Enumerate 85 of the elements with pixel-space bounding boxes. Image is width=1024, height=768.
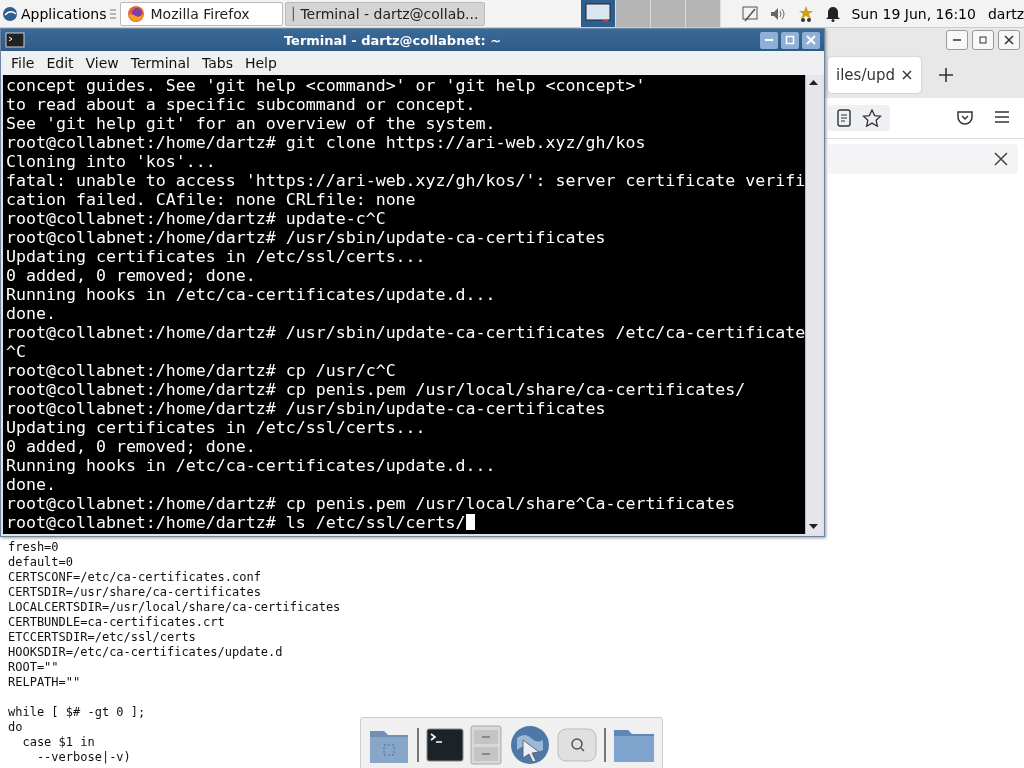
close-icon [1004,35,1014,45]
menu-item[interactable]: Edit [40,55,80,71]
code-line: CERTBUNDLE=ca-certificates.crt [8,615,225,629]
minimize-button[interactable] [946,30,968,50]
applications-menu[interactable]: Applications [21,5,107,22]
terminal-line: See 'git help git' for an overview of the system. [6,114,496,133]
terminal-line: 0 added, 0 removed; done. [6,266,256,285]
applications-icon[interactable] [2,5,18,22]
terminal-line: to read about a specific subcommand or concept. [6,95,476,114]
terminal-line: Updating certificates in /etc/ssl/certs... [6,418,426,437]
code-line: RELPATH="" [8,675,81,689]
network-icon[interactable] [741,4,760,23]
code-line: HOOKSDIR=/etc/ca-certificates/update.d [8,645,283,659]
terminal-line: root@collabnet:/home/dartz# cp penis.pem /usr/local/share^Ca-certificates [6,494,736,513]
menu-item[interactable]: Terminal [124,55,196,71]
firefox-icon [126,4,145,23]
terminal-line: Running hooks in /etc/ca-certificates/update.d... [6,285,496,304]
code-line: CERTSCONF=/etc/ca-certificates.conf [8,570,261,584]
code-line: ROOT="" [8,660,59,674]
find-field[interactable] [828,144,1018,174]
close-button[interactable] [998,30,1020,50]
terminal-line: root@collabnet:/home/dartz# /usr/sbin/update-ca-certificates [6,399,606,418]
workspace-switcher[interactable] [581,0,617,27]
terminal-line: root@collabnet:/home/dartz# git clone https://ari-web.xyz/gh/kos [6,133,646,152]
handle-icon[interactable] [109,7,116,20]
taskbar-button[interactable]: Terminal - dartz@collab... [285,1,486,26]
code-line: do [8,720,23,734]
workspace-switcher[interactable] [686,0,722,27]
terminal-line: root@collabnet:/home/dartz# update-c^C [6,209,386,228]
workspace-switcher[interactable] [616,0,652,27]
globe-cursor-icon[interactable] [508,723,551,766]
terminal-line: Cloning into 'kos'... [6,152,216,171]
star-icon[interactable] [862,109,882,127]
menu-item[interactable]: View [79,55,125,71]
menu-item[interactable]: Help [238,55,283,71]
taskbar-button[interactable]: Mozilla Firefox [119,1,284,26]
search-icon[interactable] [557,727,598,762]
terminal-line: root@collabnet:/home/dartz# /usr/sbin/update-ca-certificates /etc/ca-certificate [6,323,805,342]
terminal-line: 0 added, 0 removed; done. [6,437,256,456]
code-line: LOCALCERTSDIR=/usr/local/share/ca-certificates [8,600,341,614]
code-line: CERTSDIR=/usr/share/ca-certificates [8,585,261,599]
code-line: while [ $# -gt 0 ]; [8,705,146,719]
new-tab-icon[interactable] [939,68,953,82]
terminal-line: root@collabnet:/home/dartz# cp /usr/c^C [6,361,396,380]
terminal-line: root@collabnet:/home/dartz# /usr/sbin/update-ca-certificates [6,228,606,247]
terminal-line: done. [6,475,56,494]
browser-tab[interactable]: iles/upd [828,57,921,93]
minimize-button[interactable] [760,31,778,49]
code-line: --verbose|-v) [35,750,131,764]
close-button[interactable] [802,31,820,49]
close-icon[interactable] [994,152,1008,166]
close-tab-icon[interactable] [901,69,913,81]
terminal-line: Updating certificates in /etc/ssl/certs... [6,247,426,266]
terminal-line: done. [6,304,56,323]
maximize-icon [785,35,795,45]
terminal-line: root@collabnet:/home/dartz# cp penis.pem /usr/local/share/ca-certificates/ [6,380,746,399]
terminal-screen[interactable] [3,75,805,534]
terminal-line: ^C [6,342,26,361]
code-line: ETCCERTSDIR=/etc/ssl/certs [8,630,196,644]
terminal-line: root@collabnet:/home/dartz# ls /etc/ssl/certs/ [6,513,466,532]
user-menu[interactable]: dartz [987,5,1024,22]
file-cabinet-icon[interactable] [470,724,503,765]
scrollbar[interactable] [805,75,822,534]
menu-icon[interactable] [994,110,1010,124]
window-title: Terminal - dartz@collabnet: ~ [282,32,503,48]
maximize-button[interactable] [781,31,799,49]
workspace-switcher[interactable] [651,0,687,27]
terminal-line: cation failed. CAfile: none CRLfile: none [6,190,416,209]
terminal-line: Running hooks in /etc/ca-certificates/update.d... [6,456,496,475]
terminal-line: fatal: unable to access 'https://ari-web.xyz/gh/kos/': server certificate verifi [6,171,805,190]
clock[interactable]: Sun 19 Jun, 16:10 [851,5,976,22]
code-line: fresh=0 [8,540,59,554]
code-line: case $1 in [21,735,95,749]
menu-item[interactable]: Tabs [195,55,239,71]
close-icon [806,35,816,45]
pocket-icon[interactable] [956,110,974,126]
minimize-icon [764,39,774,41]
maximize-icon [978,35,988,45]
reader-view-icon[interactable] [836,109,852,127]
terminal-line: concept guides. See 'git help <command>' or 'git help <concept>' [6,76,646,95]
text-cursor [465,514,475,530]
notification-bell-icon[interactable] [825,5,842,22]
code-line: default=0 [8,555,74,569]
minimize-icon [952,39,962,41]
menu-item[interactable]: File [5,55,41,71]
